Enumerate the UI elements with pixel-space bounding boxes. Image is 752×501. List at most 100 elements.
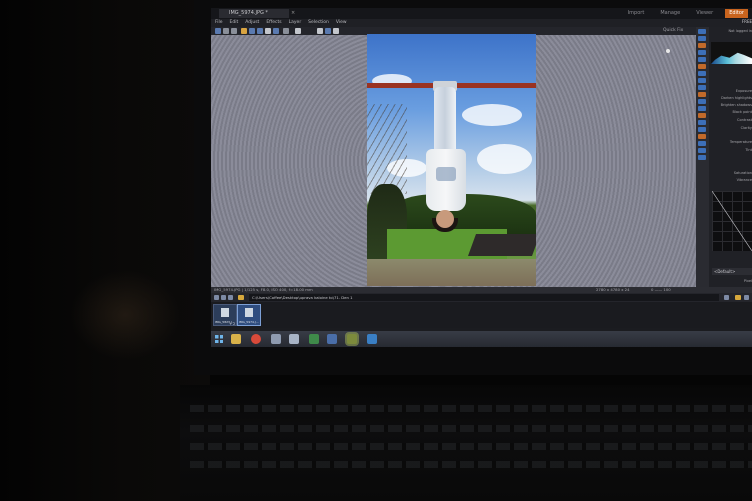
- tool-icon[interactable]: [698, 92, 706, 97]
- folder-path-field[interactable]: C:\Users\Coffee\Desktop\uprava kaloine t…: [249, 294, 719, 301]
- login-notice[interactable]: Not logged in: [710, 29, 752, 33]
- print-icon[interactable]: [249, 28, 255, 34]
- thumbnail-image: [245, 308, 253, 317]
- tab-viewer[interactable]: Viewer: [692, 9, 717, 18]
- histogram-fill: [711, 52, 752, 64]
- tab-editor[interactable]: Editor: [725, 9, 748, 18]
- tool-icon[interactable]: [698, 29, 706, 34]
- options-icon[interactable]: [744, 295, 749, 300]
- tool-icon[interactable]: [698, 71, 706, 76]
- curve-preset-select[interactable]: <Default>: [712, 268, 752, 275]
- menu-selection[interactable]: Selection: [308, 19, 329, 27]
- tool-icon[interactable]: [698, 43, 706, 48]
- menu-effects[interactable]: Effects: [266, 19, 281, 27]
- tone-curve[interactable]: [712, 191, 752, 251]
- room-lamp-glow: [70, 270, 180, 360]
- windows-start-icon[interactable]: [215, 335, 223, 343]
- rotate-icon[interactable]: [273, 28, 279, 34]
- tab-import[interactable]: Import: [624, 9, 649, 18]
- cloud: [477, 144, 532, 174]
- browse-bar: C:\Users\Coffee\Desktop\uprava kaloine t…: [211, 293, 752, 302]
- redo-icon[interactable]: [231, 28, 237, 34]
- fullscreen-icon[interactable]: [333, 28, 339, 34]
- app-icon[interactable]: [367, 334, 377, 344]
- tool-icon[interactable]: [698, 36, 706, 41]
- tool-icon[interactable]: [698, 155, 706, 160]
- menu-adjust[interactable]: Adjust: [245, 19, 259, 27]
- filmstrip-caption: + 2: [229, 322, 236, 326]
- key-row: [190, 405, 752, 412]
- legs: [434, 87, 456, 157]
- app-icon[interactable]: [289, 334, 299, 344]
- label-darken-highlights: Darken highlights: [721, 96, 752, 100]
- tool-icon[interactable]: [698, 99, 706, 104]
- tool-icon[interactable]: [698, 85, 706, 90]
- crop-icon[interactable]: [265, 28, 271, 34]
- folder-icon[interactable]: [238, 295, 244, 300]
- browse-folder-icon[interactable]: [735, 295, 741, 300]
- grid-icon[interactable]: [317, 28, 323, 34]
- tool-icon[interactable]: [698, 64, 706, 69]
- histogram: [711, 42, 752, 64]
- edition-badge: FREE: [741, 19, 752, 24]
- excel-icon[interactable]: [309, 334, 319, 344]
- laptop-screen: IMG_5974.JPG * × Import Manage Viewer Ed…: [211, 8, 752, 347]
- word-icon[interactable]: [327, 334, 337, 344]
- label-tint: Tint: [745, 148, 752, 152]
- file-explorer-icon[interactable]: [231, 334, 241, 344]
- fit-icon[interactable]: [295, 28, 301, 34]
- label-contrast: Contrast: [737, 118, 752, 122]
- panel-footer: Pixel: [743, 279, 752, 283]
- ground: [367, 259, 536, 286]
- image-canvas[interactable]: [211, 34, 696, 287]
- menu-layer[interactable]: Layer: [289, 19, 302, 27]
- tool-icon[interactable]: [698, 148, 706, 153]
- zoom-icon[interactable]: [283, 28, 289, 34]
- panel-toolstrip: [696, 27, 709, 287]
- menu-edit[interactable]: Edit: [230, 19, 239, 27]
- shirt-print: [436, 167, 456, 181]
- tool-icon[interactable]: [698, 120, 706, 125]
- open-folder-icon[interactable]: [241, 28, 247, 34]
- adjustments-panel: FREE Not logged in Exposure Darken highl…: [696, 19, 752, 287]
- dropdown-icon[interactable]: [724, 295, 729, 300]
- tab-manage[interactable]: Manage: [656, 9, 684, 18]
- menu-view[interactable]: View: [336, 19, 347, 27]
- tool-icon[interactable]: [698, 106, 706, 111]
- menu-bar: File Edit Adjust Effects Layer Selection…: [211, 19, 752, 27]
- back-icon[interactable]: [214, 295, 219, 300]
- label-brighten-shadows: Brighten shadows: [720, 103, 752, 107]
- save-icon[interactable]: [215, 28, 221, 34]
- close-tab-icon[interactable]: ×: [291, 10, 297, 16]
- forward-icon[interactable]: [221, 295, 226, 300]
- app-icon[interactable]: [271, 334, 281, 344]
- undo-icon[interactable]: [223, 28, 229, 34]
- key-row: [190, 461, 752, 468]
- upside-down-person: [422, 81, 470, 232]
- tool-icon[interactable]: [698, 141, 706, 146]
- up-icon[interactable]: [228, 295, 233, 300]
- bare-tree: [367, 104, 407, 194]
- compare-icon[interactable]: [325, 28, 331, 34]
- cursor-icon: [666, 49, 670, 53]
- key-row: [190, 443, 752, 450]
- label-exposure: Exposure: [735, 89, 752, 93]
- title-bar: IMG_5974.JPG * × Import Manage Viewer Ed…: [211, 8, 752, 19]
- mode-tabs: Import Manage Viewer Editor: [624, 9, 748, 18]
- quick-fix-button[interactable]: Quick Fix: [663, 27, 697, 35]
- windows-taskbar: [211, 331, 752, 347]
- photo-editor-icon[interactable]: [347, 334, 357, 344]
- document-tab[interactable]: IMG_5974.JPG *: [219, 9, 289, 18]
- tool-icon[interactable]: [698, 57, 706, 62]
- label-temperature: Temperature: [729, 140, 752, 144]
- share-icon[interactable]: [257, 28, 263, 34]
- tool-icon[interactable]: [698, 127, 706, 132]
- dark-room-left: [0, 0, 210, 501]
- label-black-point: Black point: [732, 110, 752, 114]
- tool-icon[interactable]: [698, 113, 706, 118]
- tool-icon[interactable]: [698, 78, 706, 83]
- tool-icon[interactable]: [698, 134, 706, 139]
- menu-file[interactable]: File: [215, 19, 223, 27]
- chrome-icon[interactable]: [251, 334, 261, 344]
- tool-icon[interactable]: [698, 50, 706, 55]
